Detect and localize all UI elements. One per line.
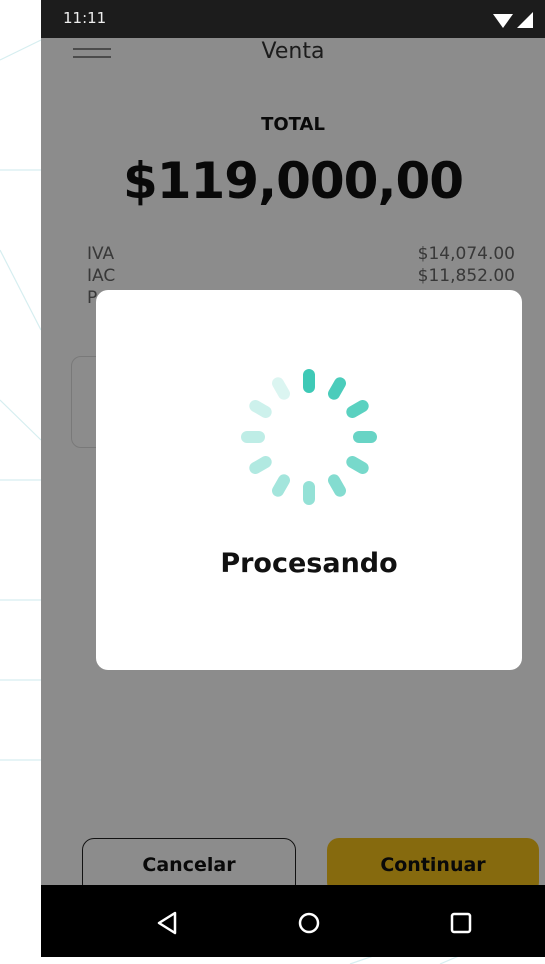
signal-icon (517, 12, 533, 28)
back-icon[interactable] (149, 905, 185, 941)
status-bar: 11:11 (41, 0, 545, 38)
wifi-icon (493, 14, 513, 28)
spinner-segment (328, 474, 346, 497)
home-icon[interactable] (291, 905, 327, 941)
status-icons (493, 12, 533, 28)
spinner-segment (272, 474, 290, 497)
recents-icon[interactable] (443, 905, 479, 941)
spinner-segment (328, 377, 346, 400)
android-nav-bar (41, 885, 545, 957)
processing-dialog: Procesando (96, 290, 522, 670)
loading-spinner-icon (241, 369, 377, 505)
spinner-segment (249, 456, 272, 474)
phone-screen: 11:11 Venta TOTAL $119,000,00 IVA $14,07… (41, 0, 545, 957)
spinner-segment (346, 400, 369, 418)
status-time: 11:11 (63, 9, 107, 27)
spinner-segment (346, 456, 369, 474)
spinner-segment (249, 400, 272, 418)
spinner-segment (272, 377, 290, 400)
processing-text: Procesando (220, 548, 398, 579)
